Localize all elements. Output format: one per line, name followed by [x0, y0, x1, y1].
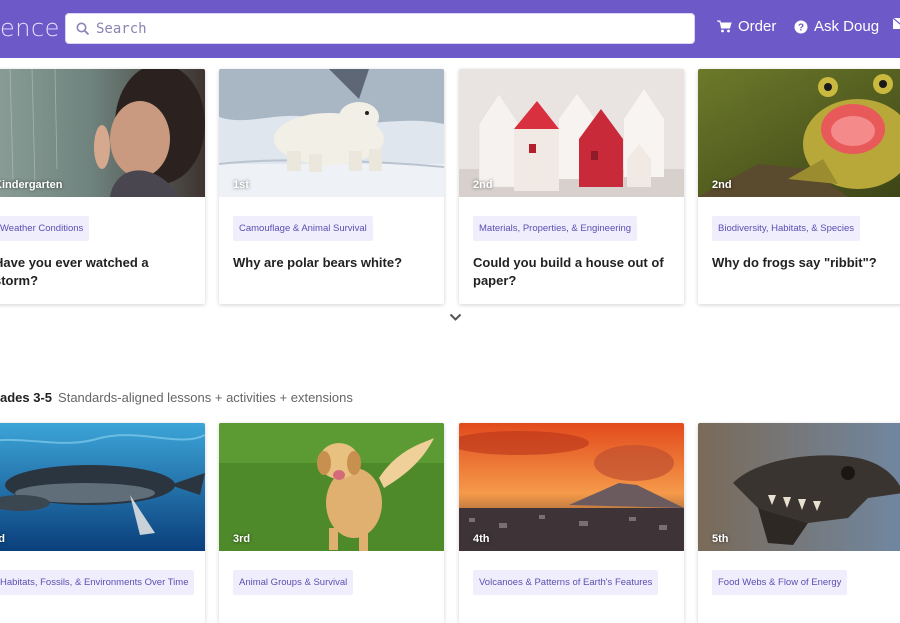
lesson-card[interactable]: 1st Camouflage & Animal Survival Why are…	[219, 69, 444, 304]
topic-tag[interactable]: Camouflage & Animal Survival	[233, 216, 373, 241]
svg-text:?: ?	[798, 22, 804, 33]
topic-tag[interactable]: Habitats, Fossils, & Environments Over T…	[0, 570, 195, 595]
order-link[interactable]: Order	[717, 18, 776, 35]
grade-label: 2nd	[473, 179, 493, 191]
mail-link[interactable]	[893, 18, 900, 29]
lesson-title[interactable]: Have you ever watched a storm?	[0, 254, 191, 290]
topic-tag[interactable]: Biodiversity, Habitats, & Species	[712, 216, 861, 241]
section-title: ades 3-5	[0, 390, 53, 405]
search-box[interactable]	[65, 13, 695, 44]
grade-label: Kindergarten	[0, 179, 63, 191]
lesson-card[interactable]: 2nd Biodiversity, Habitats, & Species Wh…	[698, 69, 900, 304]
grade-label: rd	[0, 533, 5, 545]
lesson-image-paper-houses: 2nd	[459, 69, 684, 197]
lesson-image-frog: 2nd	[698, 69, 900, 197]
lesson-image-child-window: Kindergarten	[0, 69, 205, 197]
search-input[interactable]	[96, 18, 686, 40]
top-navigation-bar: ence Order ? Ask Doug	[0, 0, 900, 58]
lesson-image-polar-bear: 1st	[219, 69, 444, 197]
section-subtitle: Standards-aligned lessons + activities +…	[58, 390, 353, 405]
lesson-card[interactable]: rd Habitats, Fossils, & Environments Ove…	[0, 423, 205, 623]
topic-tag[interactable]: Food Webs & Flow of Energy	[712, 570, 848, 595]
topic-tag[interactable]: Materials, Properties, & Engineering	[473, 216, 638, 241]
chevron-down-icon[interactable]	[449, 313, 462, 322]
grade-label: 1st	[233, 179, 249, 191]
topic-tag[interactable]: Weather Conditions	[0, 216, 90, 241]
cart-icon	[717, 20, 732, 33]
lesson-card[interactable]: Kindergarten Weather Conditions Have you…	[0, 69, 205, 304]
grade-label: 2nd	[712, 179, 732, 191]
topic-tag[interactable]: Volcanoes & Patterns of Earth's Features	[473, 570, 659, 595]
lesson-image-dog: 3rd	[219, 423, 444, 551]
lesson-title[interactable]: Why are polar bears white?	[233, 254, 430, 272]
grade-label: 3rd	[233, 533, 251, 545]
lesson-card[interactable]: 4th Volcanoes & Patterns of Earth's Feat…	[459, 423, 684, 623]
topic-tag[interactable]: Animal Groups & Survival	[233, 570, 354, 595]
search-icon	[76, 22, 90, 36]
grade-label: 4th	[473, 533, 490, 545]
order-label: Order	[738, 18, 777, 35]
ask-doug-label: Ask Doug	[814, 18, 880, 35]
lesson-card[interactable]: 5th Food Webs & Flow of Energy	[698, 423, 900, 623]
ask-doug-link[interactable]: ? Ask Doug	[794, 18, 879, 35]
mail-icon	[893, 18, 900, 29]
question-icon: ?	[794, 20, 808, 33]
lesson-title[interactable]: Why do frogs say "ribbit"?	[712, 254, 900, 272]
lesson-image-dinosaur-skull: 5th	[698, 423, 900, 551]
lesson-title[interactable]: Could you build a house out of paper?	[473, 254, 670, 290]
grade-label: 5th	[712, 533, 729, 545]
section-heading: ades 3-5 Standards-aligned lessons + acti…	[0, 390, 353, 405]
lesson-image-whale: rd	[0, 423, 205, 551]
site-logo[interactable]: ence	[0, 14, 60, 42]
lesson-card[interactable]: 3rd Animal Groups & Survival	[219, 423, 444, 623]
lesson-card[interactable]: 2nd Materials, Properties, & Engineering…	[459, 69, 684, 304]
lesson-image-volcano: 4th	[459, 423, 684, 551]
